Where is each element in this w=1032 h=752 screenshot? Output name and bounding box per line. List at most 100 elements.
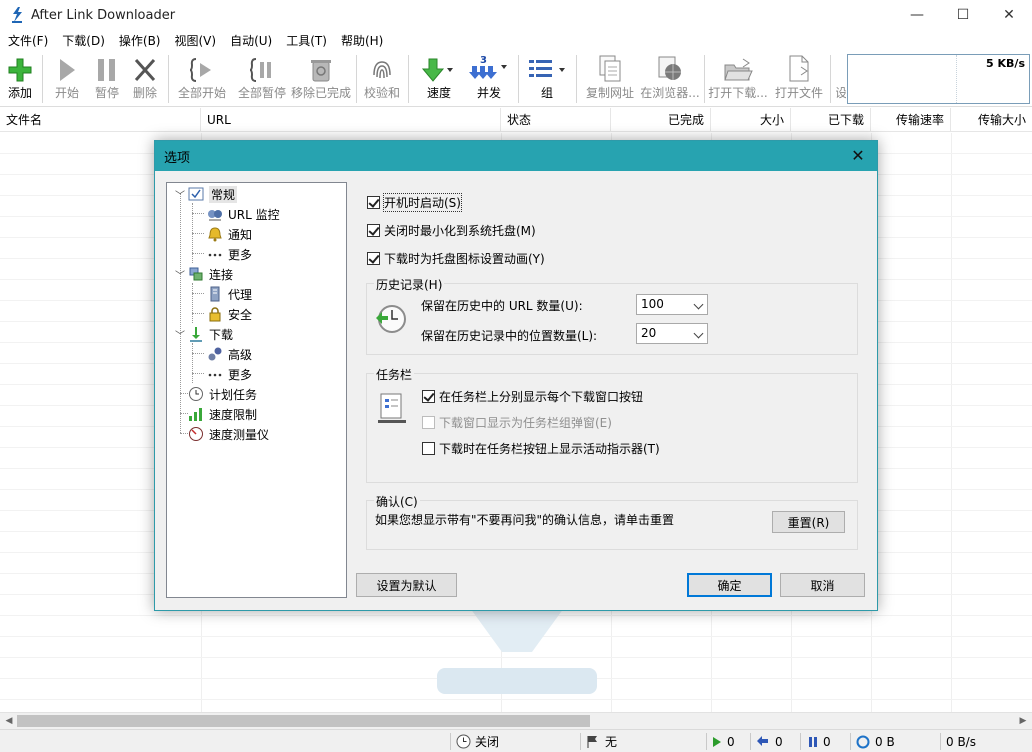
checksum-button[interactable]: 校验和 (362, 53, 402, 105)
file-icon (789, 55, 809, 82)
menu-file[interactable]: 文件(F) (8, 32, 48, 49)
remove-completed-button[interactable]: 移除已完成 (290, 53, 352, 105)
dialog-close-button[interactable]: ✕ (847, 145, 869, 167)
tree-item-notify[interactable]: 通知 (207, 224, 252, 244)
separate-taskbar-buttons-checkbox[interactable]: 在任务栏上分别显示每个下载窗口按钮 (422, 388, 643, 405)
tree-item-more-general[interactable]: 更多 (207, 244, 252, 264)
menu-tools[interactable]: 工具(T) (286, 32, 327, 49)
autostart-checkbox[interactable]: 开机时启动(S) (367, 193, 462, 212)
taskbar-group-popup-checkbox[interactable]: 下载窗口显示为任务栏组弹窗(E) (422, 414, 612, 431)
group-button[interactable]: 组 (524, 53, 570, 105)
download-icon (188, 326, 204, 342)
total-progress-icon (856, 735, 870, 748)
menu-action[interactable]: 操作(B) (119, 32, 161, 49)
network-icon (188, 266, 204, 282)
maximize-button[interactable]: ☐ (940, 0, 986, 30)
settings-button[interactable]: 设 (836, 53, 846, 105)
column-completed[interactable]: 已完成 (611, 108, 711, 132)
location-count-select[interactable]: 20 (636, 323, 708, 344)
tree-expand-general[interactable]: ﹀ (175, 187, 185, 202)
column-transfer-rate[interactable]: 传输速率 (871, 108, 951, 132)
svg-text:3: 3 (480, 55, 487, 66)
column-transfer-size[interactable]: 传输大小 (951, 108, 1032, 132)
start-button[interactable]: 开始 (50, 53, 84, 105)
column-downloaded[interactable]: 已下载 (791, 108, 871, 132)
cancel-button[interactable]: 取消 (780, 573, 865, 597)
speed-graph: 5 KB/s (847, 54, 1030, 104)
menu-help[interactable]: 帮助(H) (341, 32, 383, 49)
tree-item-proxy[interactable]: 代理 (207, 284, 252, 304)
speed-button[interactable]: 速度 (416, 53, 462, 105)
pause-all-icon (249, 58, 271, 82)
scroll-right-icon[interactable]: ▶ (1016, 715, 1030, 727)
tree-item-advanced[interactable]: 高级 (207, 344, 252, 364)
pause-button[interactable]: 暂停 (90, 53, 124, 105)
url-monitor-icon (207, 206, 223, 222)
recycle-bin-icon (311, 60, 331, 82)
tree-item-more-download[interactable]: 更多 (207, 364, 252, 384)
column-filename[interactable]: 文件名 (0, 108, 201, 132)
gears-icon (207, 346, 223, 362)
start-all-button[interactable]: 全部开始 (176, 53, 228, 105)
signal-bars-icon (188, 406, 204, 422)
status-scheduler[interactable]: 关闭 (456, 730, 499, 752)
tree-item-speed-meter[interactable]: 速度测量仪 (188, 424, 269, 444)
pause-all-button[interactable]: 全部暂停 (236, 53, 288, 105)
ok-button[interactable]: 确定 (687, 573, 772, 597)
concurrent-button[interactable]: 3 并发 (466, 53, 512, 105)
menu-download[interactable]: 下载(D) (62, 32, 105, 49)
tree-item-url-monitor[interactable]: URL 监控 (207, 204, 280, 224)
set-defaults-button[interactable]: 设置为默认 (356, 573, 457, 597)
tree-expand-download[interactable]: ﹀ (175, 327, 185, 342)
menu-bar: 文件(F) 下载(D) 操作(B) 视图(V) 自动(U) 工具(T) 帮助(H… (0, 30, 1032, 51)
active-play-icon (713, 736, 721, 747)
minimize-button[interactable]: — (894, 0, 940, 30)
scroll-left-icon[interactable]: ◀ (2, 715, 16, 727)
status-flag[interactable]: 无 (586, 730, 617, 752)
tray-animation-checkbox[interactable]: 下载时为托盘图标设置动画(Y) (367, 250, 545, 267)
dialog-title: 选项 (164, 150, 191, 166)
window-title: After Link Downloader (31, 7, 176, 23)
taskbar-group-title: 任务栏 (374, 366, 415, 383)
tree-item-speed-limit[interactable]: 速度限制 (188, 404, 257, 424)
add-button[interactable]: 添加 (4, 53, 36, 105)
column-url[interactable]: URL (201, 108, 501, 132)
open-in-browser-button[interactable]: 在浏览器... (638, 53, 702, 105)
tree-item-download[interactable]: 下载 (188, 324, 233, 344)
tree-item-scheduler[interactable]: 计划任务 (188, 384, 257, 404)
download-arrow-icon (421, 58, 453, 82)
chevron-down-icon (693, 328, 704, 339)
taskbar-activity-indicator-checkbox[interactable]: 下载时在任务栏按钮上显示活动指示器(T) (422, 440, 660, 457)
chevron-down-icon (693, 299, 704, 310)
copy-url-button[interactable]: 复制网址 (582, 53, 638, 105)
options-tree: ﹀ 常规 URL 监控 通知 更多 ﹀ 连接 代理 安全 ﹀ 下载 高级 更多 … (166, 182, 347, 598)
checklist-icon (188, 186, 204, 202)
delete-button[interactable]: 删除 (128, 53, 162, 105)
column-size[interactable]: 大小 (711, 108, 791, 132)
folder-open-icon (724, 58, 753, 81)
minimize-to-tray-checkbox[interactable]: 关闭时最小化到系统托盘(M) (367, 222, 536, 239)
menu-view[interactable]: 视图(V) (175, 32, 217, 49)
open-file-button[interactable]: 打开文件 (772, 53, 826, 105)
menu-auto[interactable]: 自动(U) (230, 32, 272, 49)
status-bar: 关闭 无 0 0 0 0 B 0 B/s (0, 729, 1032, 752)
play-icon (60, 59, 75, 81)
reset-button[interactable]: 重置(R) (772, 511, 845, 533)
queued-arrow-icon (757, 736, 768, 746)
column-status[interactable]: 状态 (501, 108, 611, 132)
flag-icon (587, 735, 597, 748)
history-group-title: 历史记录(H) (374, 276, 445, 293)
scrollbar-thumb[interactable] (17, 715, 590, 727)
url-count-select[interactable]: 100 (636, 294, 708, 315)
pause-icon (98, 59, 115, 81)
tree-item-general[interactable]: 常规 (188, 184, 238, 204)
tree-item-connection[interactable]: 连接 (188, 264, 233, 284)
tree-expand-connection[interactable]: ﹀ (175, 267, 185, 282)
copy-document-icon (599, 55, 621, 82)
horizontal-scrollbar[interactable]: ◀ ▶ (0, 712, 1032, 729)
open-folder-button[interactable]: 打开下载... (708, 53, 768, 105)
start-all-icon (189, 58, 211, 82)
close-button[interactable]: ✕ (986, 0, 1032, 30)
status-active-count: 0 (712, 730, 735, 752)
tree-item-security[interactable]: 安全 (207, 304, 252, 324)
